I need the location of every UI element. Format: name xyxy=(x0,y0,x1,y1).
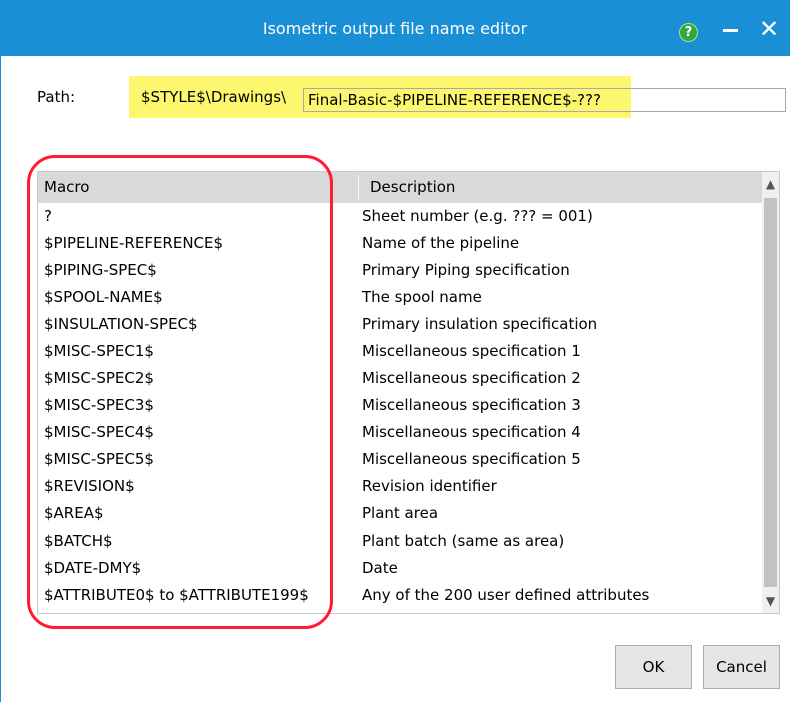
description-cell: The spool name xyxy=(362,288,482,306)
description-cell: Miscellaneous specification 5 xyxy=(362,450,581,468)
window-title: Isometric output file name editor xyxy=(262,19,528,38)
cancel-button[interactable]: Cancel xyxy=(703,645,780,689)
path-label: Path: xyxy=(37,88,76,106)
description-cell: Miscellaneous specification 4 xyxy=(362,423,581,441)
macro-cell: $PIPING-SPEC$ xyxy=(44,261,157,279)
macro-cell: $MISC-SPEC2$ xyxy=(44,369,154,387)
table-row[interactable]: $ATTRIBUTE0$ to $ATTRIBUTE199$ Any of the… xyxy=(38,582,763,609)
description-cell: Any of the 200 user defined attributes xyxy=(362,586,650,604)
table-row[interactable]: $MISC-SPEC1$ Miscellaneous specification … xyxy=(38,338,763,365)
macro-cell: $AREA$ xyxy=(44,504,104,522)
column-separator[interactable] xyxy=(358,175,359,200)
description-cell: Name of the pipeline xyxy=(362,234,520,252)
table-row[interactable]: $MISC-SPEC5$ Miscellaneous specification … xyxy=(38,446,763,473)
table-row[interactable]: $SPOOL-NAME$ The spool name xyxy=(38,284,763,311)
path-prefix: $STYLE$\Drawings\ xyxy=(129,76,303,118)
table-row[interactable]: $MISC-SPEC2$ Miscellaneous specification … xyxy=(38,365,763,392)
description-cell: Date xyxy=(362,559,398,577)
macro-cell: ? xyxy=(44,207,52,225)
table-header: Macro Description xyxy=(38,172,763,203)
macro-cell: $BATCH$ xyxy=(44,532,113,550)
macro-cell: $DATE-DMY$ xyxy=(44,559,142,577)
macro-cell: $MISC-SPEC1$ xyxy=(44,342,154,360)
column-header-macro[interactable]: Macro xyxy=(44,172,89,203)
vertical-scrollbar[interactable]: ▲ ▼ xyxy=(762,172,779,613)
close-icon[interactable]: ✕ xyxy=(755,15,783,43)
description-cell: Primary Piping specification xyxy=(362,261,570,279)
table-row[interactable]: $PIPELINE-REFERENCE$ Name of the pipeline xyxy=(38,230,763,257)
macro-table: Macro Description ? Sheet number (e.g. ??… xyxy=(37,171,780,614)
help-icon[interactable]: ? xyxy=(679,23,698,42)
title-bar: Isometric output file name editor ? ✕ xyxy=(0,0,790,56)
macro-cell: $ATTRIBUTE0$ to $ATTRIBUTE199$ xyxy=(44,586,309,604)
minimize-icon[interactable] xyxy=(718,16,744,42)
macro-cell: $MISC-SPEC4$ xyxy=(44,423,154,441)
macro-cell: $SPOOL-NAME$ xyxy=(44,288,163,306)
macro-cell: $MISC-SPEC5$ xyxy=(44,450,154,468)
table-row[interactable]: $MISC-SPEC3$ Miscellaneous specification … xyxy=(38,392,763,419)
description-cell: Revision identifier xyxy=(362,477,497,495)
description-cell: Miscellaneous specification 3 xyxy=(362,396,581,414)
table-row[interactable]: $REVISION$ Revision identifier xyxy=(38,473,763,500)
table-row[interactable]: $MISC-SPEC4$ Miscellaneous specification … xyxy=(38,419,763,446)
scroll-up-icon[interactable]: ▲ xyxy=(762,174,779,194)
description-cell: Miscellaneous specification 2 xyxy=(362,369,581,387)
description-cell: Plant area xyxy=(362,504,439,522)
macro-cell: $REVISION$ xyxy=(44,477,135,495)
macro-cell: $MISC-SPEC3$ xyxy=(44,396,154,414)
ok-button[interactable]: OK xyxy=(615,645,692,689)
macro-cell: $PIPELINE-REFERENCE$ xyxy=(44,234,224,252)
description-cell: Miscellaneous specification 1 xyxy=(362,342,581,360)
path-input[interactable] xyxy=(303,88,786,112)
scrollbar-thumb[interactable] xyxy=(764,198,777,587)
table-row[interactable]: $INSULATION-SPEC$ Primary insulation spec… xyxy=(38,311,763,338)
description-cell: Sheet number (e.g. ??? = 001) xyxy=(362,207,593,225)
table-row[interactable]: $AREA$ Plant area xyxy=(38,500,763,527)
macro-cell: $INSULATION-SPEC$ xyxy=(44,315,198,333)
table-row[interactable]: $BATCH$ Plant batch (same as area) xyxy=(38,528,763,555)
table-row[interactable]: $PIPING-SPEC$ Primary Piping specificatio… xyxy=(38,257,763,284)
column-header-description[interactable]: Description xyxy=(370,172,455,203)
table-row[interactable]: ? Sheet number (e.g. ??? = 001) xyxy=(38,203,763,230)
description-cell: Primary insulation specification xyxy=(362,315,598,333)
scroll-down-icon[interactable]: ▼ xyxy=(762,591,779,611)
window-border-left xyxy=(0,0,1,702)
table-row[interactable]: $DATE-DMY$ Date xyxy=(38,555,763,582)
description-cell: Plant batch (same as area) xyxy=(362,532,565,550)
